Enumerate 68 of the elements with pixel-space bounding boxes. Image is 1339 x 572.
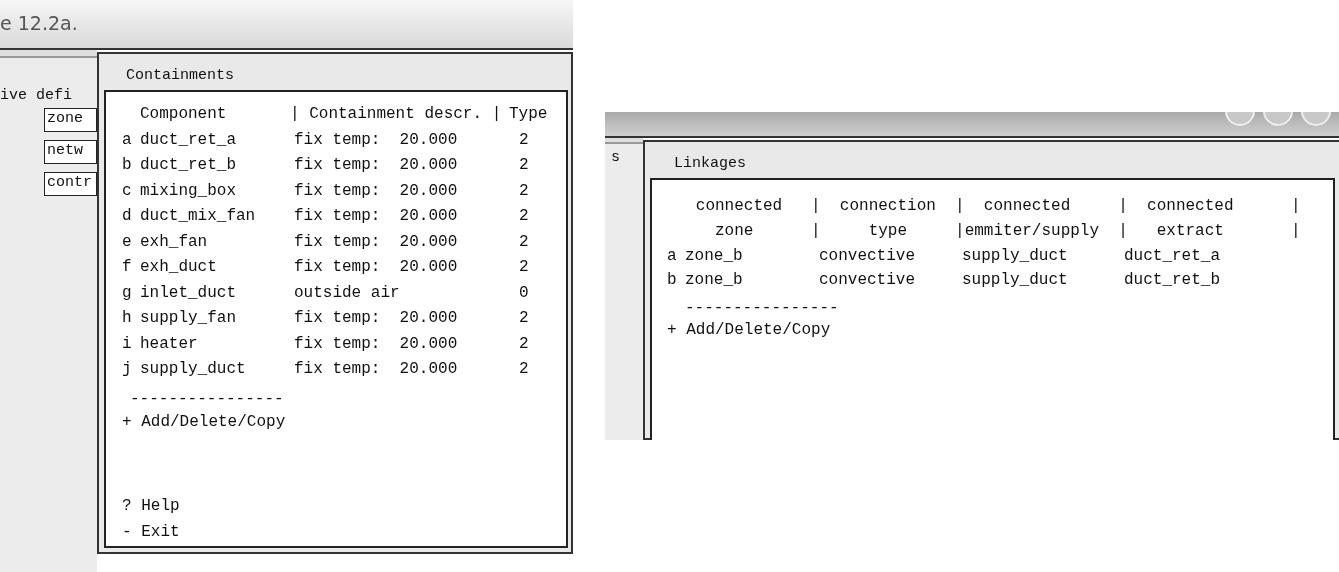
section-label: s <box>610 148 621 168</box>
table-cell-text: zone_b <box>685 270 744 291</box>
table-cell-text: exh_duct <box>140 257 218 278</box>
table-cell-text: convective <box>819 270 916 291</box>
table-cell-text: supply_fan <box>140 308 237 329</box>
dashed-rule: ---------------- <box>130 388 284 409</box>
table-cell-text: 2 <box>519 333 530 355</box>
window-title: e 12.2a. <box>0 11 78 36</box>
table-cell-text: fix temp: 20.000 <box>294 231 459 253</box>
table-cell-text: mixing_box <box>140 180 237 202</box>
menu-item[interactable]: + Add/Delete/Copy <box>122 408 286 435</box>
row-key[interactable]: c <box>122 178 140 204</box>
table-cell-text: convective <box>819 246 916 267</box>
row-key[interactable]: j <box>122 357 140 383</box>
table-cell-text: 2 <box>519 129 530 151</box>
table-cell-text: fix temp: 20.000 <box>294 308 459 329</box>
table-cell-text: 2 <box>519 180 530 202</box>
column-header: zone | type |emmiter/supply | extract | <box>714 221 1301 242</box>
table-cell-text: 2 <box>519 155 530 176</box>
table-cell-text: duct_ret_a <box>1124 246 1221 267</box>
dialog-title: Linkages <box>673 154 747 174</box>
table-cell-text: 2 <box>519 206 530 227</box>
dialog-title: Containments <box>125 66 236 86</box>
table-cell-text: duct_ret_b <box>1124 270 1221 291</box>
row-key[interactable]: f <box>122 255 140 281</box>
menu-item[interactable]: + Add/Delete/Copy <box>667 318 831 342</box>
table-cell-text: 2 <box>519 231 530 253</box>
row-key[interactable]: g <box>122 280 140 306</box>
column-header: Component <box>140 104 228 125</box>
row-key[interactable]: h <box>122 306 140 332</box>
row-key[interactable]: i <box>122 331 140 357</box>
row-key[interactable]: b <box>667 268 685 292</box>
table-cell-text: fix temp: 20.000 <box>294 333 459 355</box>
menu-item[interactable]: - Exit <box>122 518 180 545</box>
section-label: ive defi <box>0 86 73 106</box>
menu-item[interactable]: ? Help <box>122 492 180 519</box>
menu-button[interactable]: zone <box>44 108 97 132</box>
row-key[interactable]: a <box>122 127 140 153</box>
table-cell-text: 2 <box>519 257 530 278</box>
table-cell-text: fix temp: 20.000 <box>294 155 459 176</box>
table-cell-text: fix temp: 20.000 <box>294 359 459 380</box>
table-cell-text: duct_mix_fan <box>140 206 257 227</box>
table-cell-text: fix temp: 20.000 <box>294 257 459 278</box>
table-cell-text: 2 <box>519 308 530 329</box>
table-cell-text: outside air <box>294 282 401 304</box>
column-header: Type <box>509 104 549 125</box>
table-cell-text: fix temp: 20.000 <box>294 129 459 151</box>
table-cell-text: duct_ret_a <box>140 129 237 151</box>
row-key[interactable]: e <box>122 229 140 255</box>
menu-button[interactable]: contr <box>44 172 97 196</box>
table-cell-text: fix temp: 20.000 <box>294 206 459 227</box>
row-key[interactable]: b <box>122 153 140 179</box>
row-key[interactable]: a <box>667 244 685 268</box>
dashed-rule: ---------------- <box>685 298 839 318</box>
table-cell-text: supply_duct <box>962 246 1069 267</box>
table-cell-text: 0 <box>519 282 530 304</box>
table-cell-text: supply_duct <box>140 359 247 380</box>
table-cell-text: 2 <box>519 359 530 380</box>
row-key[interactable]: d <box>122 204 140 230</box>
table-cell-text: duct_ret_b <box>140 155 237 176</box>
table-cell-text: exh_fan <box>140 231 209 253</box>
table-cell-text: zone_b <box>685 246 744 267</box>
menu-button[interactable]: netw <box>44 140 97 164</box>
table-cell-text: fix temp: 20.000 <box>294 180 459 202</box>
column-header: connected | connection | connected | connected | <box>694 196 1301 217</box>
table-cell-text: heater <box>140 333 199 355</box>
table-cell-text: inlet_duct <box>140 282 237 304</box>
table-cell-text: supply_duct <box>962 270 1069 291</box>
